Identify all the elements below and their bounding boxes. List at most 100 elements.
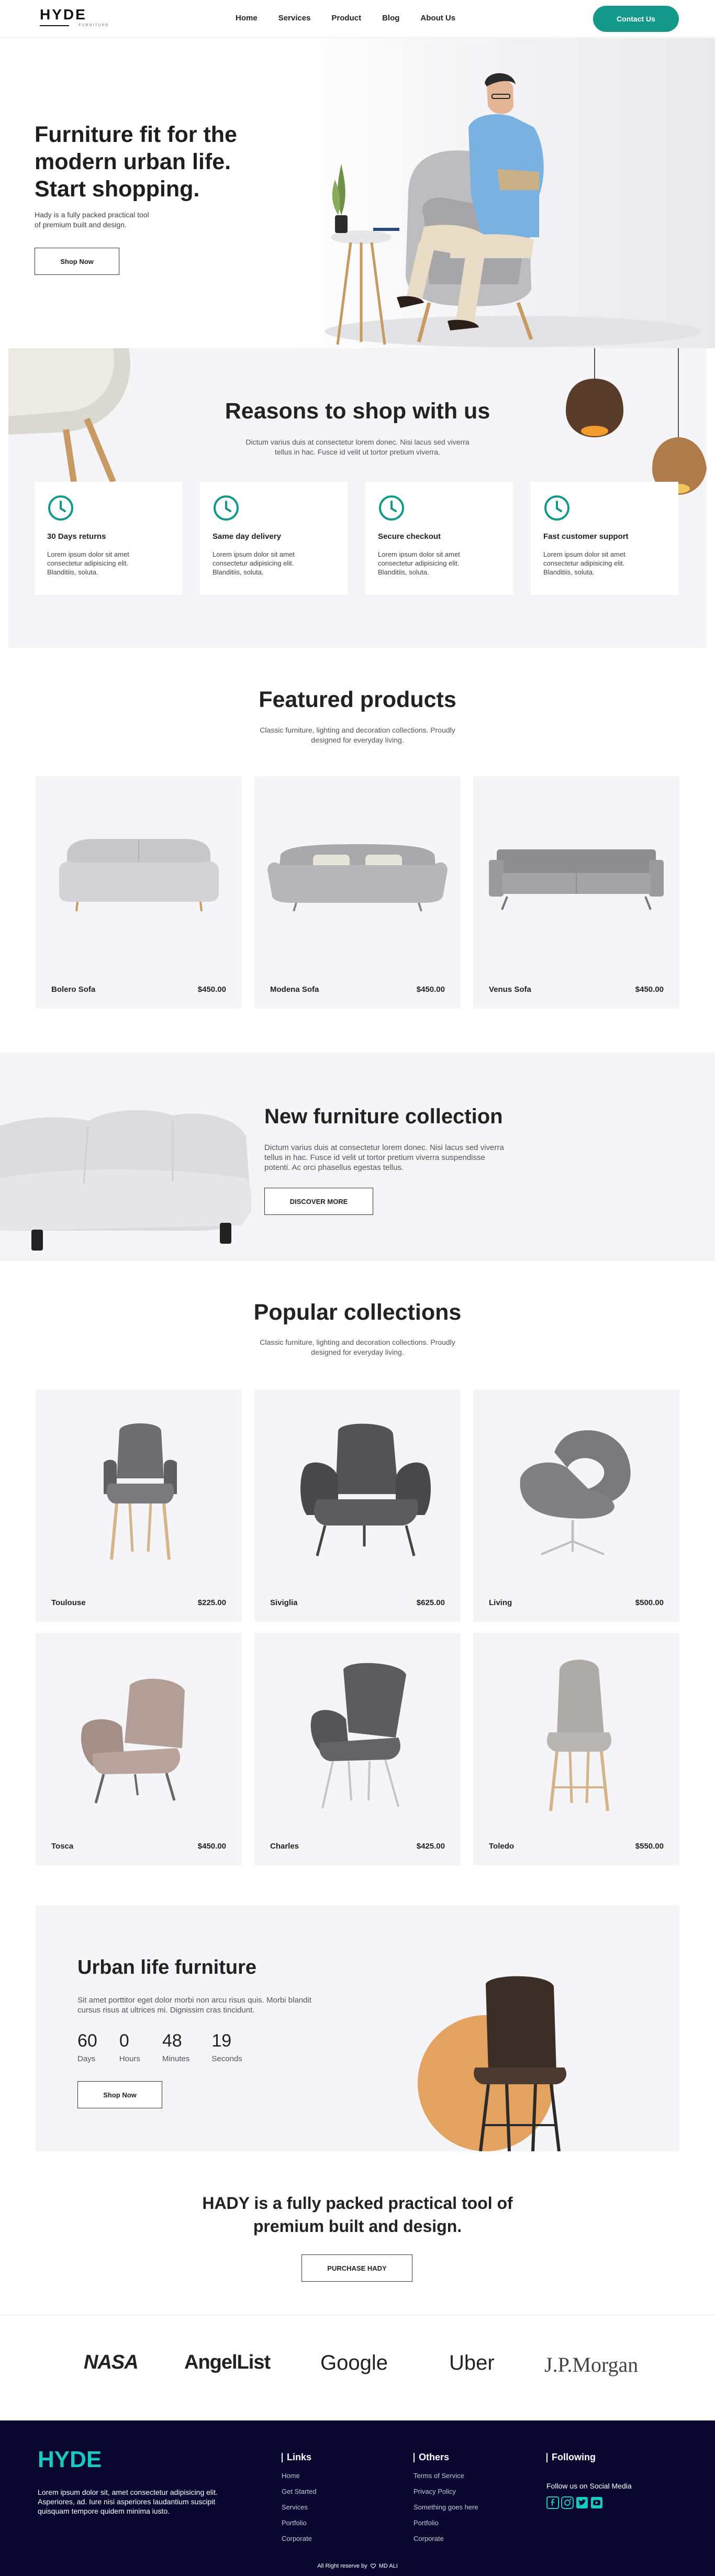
nav-home[interactable]: Home [236, 14, 258, 23]
footer-logo[interactable]: HYDE [38, 2447, 102, 2473]
product-price: $425.00 [416, 1842, 445, 1851]
youtube-icon[interactable] [590, 2496, 603, 2509]
sofa-image [267, 844, 448, 912]
chair-image [81, 1678, 185, 1804]
nav-blog[interactable]: Blog [382, 14, 399, 23]
chair-image [546, 1660, 612, 1811]
countdown-label: Hours [119, 2054, 140, 2063]
copyright-text: All Right reserve by [317, 2563, 367, 2569]
footer-link-home[interactable]: Home [282, 2468, 316, 2484]
product-name: Modena Sofa [270, 985, 319, 994]
urban-shop-now-button[interactable]: Shop Now [77, 2081, 162, 2108]
social-icons [546, 2496, 632, 2509]
footer-others-title: Others [419, 2452, 450, 2462]
copyright-brand[interactable]: MD ALI [379, 2563, 398, 2569]
discover-more-button[interactable]: DISCOVER MORE [264, 1188, 373, 1215]
product-card-bolero[interactable]: Bolero Sofa $450.00 [36, 776, 242, 1009]
brand-uber-logo: Uber [449, 2351, 495, 2374]
product-card-siviglia[interactable]: Siviglia $625.00 [254, 1389, 461, 1622]
footer-link-something[interactable]: Something goes here [414, 2500, 478, 2515]
logo[interactable]: HYDE FURNITURE [40, 6, 108, 27]
product-card-tosca[interactable]: Tosca $450.00 [36, 1633, 242, 1865]
product-price: $450.00 [416, 985, 445, 994]
reason-card-delivery: Same day delivery Lorem ipsum dolor sit … [200, 482, 348, 595]
reason-desc: Lorem ipsum dolor sit amet consectetur a… [47, 550, 129, 576]
purchase-hady-button[interactable]: PURCHASE HADY [301, 2254, 412, 2282]
copyright: All Right reserve by MD ALI [0, 2563, 715, 2569]
brand-google-logo: Google [320, 2351, 388, 2374]
product-name: Charles [270, 1842, 299, 1851]
footer-link-corporate[interactable]: Corporate [282, 2531, 316, 2547]
product-name: Siviglia [270, 1598, 298, 1607]
heart-icon [370, 2563, 376, 2569]
reason-title: Secure checkout [378, 532, 441, 541]
reason-title: Fast customer support [543, 532, 629, 541]
product-price: $450.00 [197, 1842, 226, 1851]
countdown-timer: 60 Days 0 Hours 48 Minutes 19 Seconds [77, 2031, 242, 2063]
product-price: $450.00 [635, 985, 664, 994]
product-card-toulouse[interactable]: Toulouse $225.00 [36, 1389, 242, 1622]
footer-link-terms[interactable]: Terms of Service [414, 2468, 478, 2484]
facebook-icon[interactable] [546, 2496, 559, 2509]
countdown-value: 0 [119, 2031, 129, 2051]
chair-image [520, 1430, 631, 1555]
reasons-title: Reasons to shop with us [225, 399, 490, 424]
footer-links-column: Links Home Get Started Services Portfoli… [282, 2452, 316, 2547]
nav-about-us[interactable]: About Us [420, 14, 455, 23]
product-card-charles[interactable]: Charles $425.00 [254, 1633, 461, 1865]
footer-link-portfolio-2[interactable]: Portfolio [414, 2515, 478, 2531]
logo-text: HYDE [40, 6, 87, 23]
reasons-section: Reasons to shop with us Dictum varius du… [8, 348, 707, 648]
footer-following-title: Following [552, 2452, 596, 2462]
footer-about: Lorem ipsum dolor sit, amet consectetur … [38, 2488, 218, 2515]
featured-subtitle: Classic furniture, lighting and decorati… [260, 726, 455, 744]
product-price: $500.00 [635, 1598, 664, 1607]
product-name: Toulouse [51, 1598, 86, 1607]
logo-underline [40, 25, 69, 26]
product-card-venus[interactable]: Venus Sofa $450.00 [473, 776, 679, 1009]
clock-icon [214, 495, 239, 521]
product-price: $625.00 [416, 1598, 445, 1607]
hero-description: Hady is a fully packed practical tool of… [35, 211, 149, 229]
clock-icon [48, 495, 73, 521]
reason-desc: Lorem ipsum dolor sit amet consectetur a… [213, 550, 295, 576]
popular-subtitle: Classic furniture, lighting and decorati… [260, 1338, 455, 1356]
reasons-subtitle: Dictum varius duis at consectetur lorem … [245, 438, 470, 456]
footer-link-privacy[interactable]: Privacy Policy [414, 2484, 478, 2500]
product-card-toledo[interactable]: Toledo $550.00 [473, 1633, 679, 1865]
hero-title: Furniture fit for the modern urban life.… [35, 122, 237, 202]
chair-image [300, 1423, 431, 1556]
twitter-icon[interactable] [576, 2496, 588, 2509]
footer-link-corporate-2[interactable]: Corporate [414, 2531, 478, 2547]
brand-angellist-logo: AngelList [184, 2351, 271, 2373]
site-header: HYDE FURNITURE Home Services Product Blo… [0, 0, 715, 38]
product-price: $550.00 [635, 1842, 664, 1851]
nav-product[interactable]: Product [331, 14, 361, 23]
nav-services[interactable]: Services [278, 14, 311, 23]
clock-icon [544, 495, 569, 521]
reason-card-checkout: Secure checkout Lorem ipsum dolor sit am… [365, 482, 513, 595]
footer-link-services[interactable]: Services [282, 2500, 316, 2515]
main-nav: Home Services Product Blog About Us [236, 14, 455, 23]
countdown-hours: 0 Hours [119, 2031, 140, 2063]
product-card-modena[interactable]: Modena Sofa $450.00 [254, 776, 461, 1009]
sofa-image [489, 849, 664, 910]
countdown-value: 19 [211, 2031, 232, 2051]
product-name: Bolero Sofa [51, 985, 96, 994]
product-card-living[interactable]: Living $500.00 [473, 1389, 679, 1622]
featured-title: Featured products [259, 687, 456, 712]
countdown-label: Seconds [211, 2054, 242, 2063]
hero-shop-now-button[interactable]: Shop Now [35, 248, 119, 275]
countdown-days: 60 Days [77, 2031, 97, 2063]
countdown-minutes: 48 Minutes [162, 2031, 190, 2063]
footer-link-portfolio[interactable]: Portfolio [282, 2515, 316, 2531]
contact-us-button[interactable]: Contact Us [593, 6, 679, 32]
urban-description: Sit amet porttitor eget dolor morbi non … [77, 1996, 311, 2015]
reason-card-support: Fast customer support Lorem ipsum dolor … [531, 482, 678, 595]
footer-link-get-started[interactable]: Get Started [282, 2484, 316, 2500]
sofa-banner-image [0, 1110, 252, 1251]
urban-title: Urban life furniture [77, 1956, 257, 1978]
collection-description: Dictum varius duis at consectetur lorem … [264, 1143, 504, 1172]
product-name: Living [489, 1598, 512, 1607]
instagram-icon[interactable] [561, 2496, 574, 2509]
